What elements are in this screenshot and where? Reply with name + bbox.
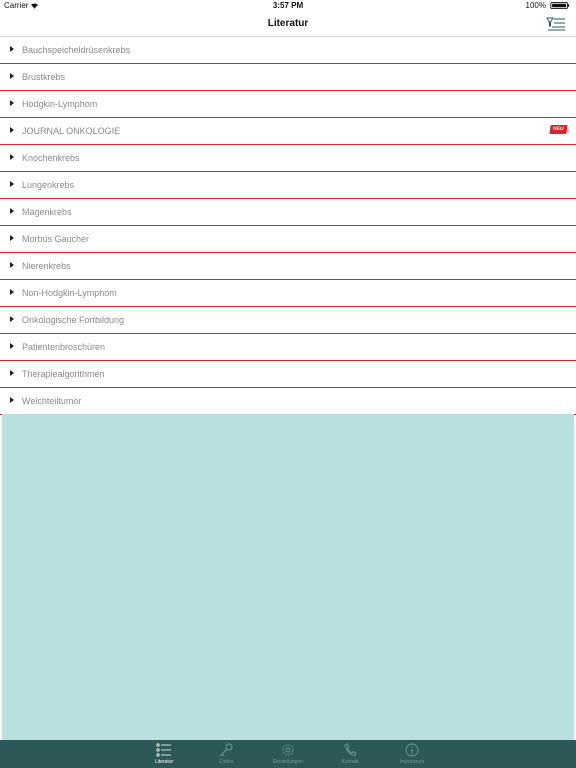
list-item[interactable]: Patientenbroschüren (0, 334, 576, 361)
phone-icon (344, 743, 357, 756)
list-item[interactable]: JOURNAL ONKOLOGIE NEU (0, 118, 576, 145)
literature-list: Bauchspeicheldrüsenkrebs Brustkrebs Hodg… (0, 37, 576, 415)
list-item[interactable]: Hodgkin-Lymphom (0, 91, 576, 118)
disclosure-arrow-icon (10, 343, 14, 349)
list-item[interactable]: Therapiealgorithmen (0, 361, 576, 388)
list-item-label: Patientenbroschüren (22, 342, 106, 352)
tab-label: Einstellungen (272, 759, 304, 765)
list-item[interactable]: Morbus Gaucher (0, 226, 576, 253)
list-item[interactable]: Magenkrebs (0, 199, 576, 226)
list-item-label: Knochenkrebs (22, 153, 80, 163)
tab-label: Codes (218, 759, 234, 765)
list-item[interactable]: Nierenkrebs (0, 253, 576, 280)
battery-percentage: 100% (525, 1, 546, 10)
key-icon (219, 743, 233, 757)
page-title: Literatur (267, 18, 309, 29)
tab-codes[interactable]: Codes (195, 740, 257, 768)
list-item-label: JOURNAL ONKOLOGIE (22, 126, 121, 136)
list-item[interactable]: Brustkrebs (0, 64, 576, 91)
list-item-label: Morbus Gaucher (22, 234, 90, 244)
disclosure-arrow-icon (10, 289, 14, 295)
battery-icon (550, 2, 570, 9)
list-item-label: Non-Hodgkin-Lymphom (22, 288, 117, 298)
clock: 3:57 PM (272, 1, 304, 10)
tab-label: Literatur (154, 759, 174, 765)
list-icon (156, 743, 171, 757)
list-item-label: Nierenkrebs (22, 261, 71, 271)
list-item-label: Hodgkin-Lymphom (22, 99, 98, 109)
disclosure-arrow-icon (10, 46, 14, 52)
disclosure-arrow-icon (10, 316, 14, 322)
list-item-label: Brustkrebs (22, 72, 66, 82)
tab-bar: Literatur Codes Einstellungen Kontakt Im… (0, 740, 576, 768)
tab-literatur[interactable]: Literatur (133, 740, 195, 768)
list-item[interactable]: Onkologische Fortbildung (0, 307, 576, 334)
list-item[interactable]: Weichteiltumor (0, 388, 576, 415)
disclosure-arrow-icon (10, 127, 14, 133)
detail-content-area (2, 414, 574, 740)
navigation-bar: Literatur (0, 12, 576, 37)
tab-einstellungen[interactable]: Einstellungen (257, 740, 319, 768)
disclosure-arrow-icon (10, 181, 14, 187)
disclosure-arrow-icon (10, 235, 14, 241)
list-item[interactable]: Bauchspeicheldrüsenkrebs (0, 37, 576, 64)
disclosure-arrow-icon (10, 262, 14, 268)
list-item-label: Weichteiltumor (22, 396, 82, 406)
disclosure-arrow-icon (10, 397, 14, 403)
gear-icon (282, 744, 294, 756)
filter-list-icon[interactable] (546, 16, 566, 32)
disclosure-arrow-icon (10, 208, 14, 214)
new-badge: NEU (549, 125, 568, 134)
tab-label: Impressum (399, 759, 425, 765)
disclosure-arrow-icon (10, 100, 14, 106)
info-icon (405, 743, 419, 757)
disclosure-arrow-icon (10, 154, 14, 160)
list-item-label: Onkologische Fortbildung (22, 315, 125, 325)
list-item[interactable]: Knochenkrebs (0, 145, 576, 172)
list-item-label: Lungenkrebs (22, 180, 75, 190)
tab-label: Kontakt (341, 759, 359, 765)
list-item-label: Therapiealgorithmen (22, 369, 105, 379)
list-item[interactable]: Lungenkrebs (0, 172, 576, 199)
list-item-label: Bauchspeicheldrüsenkrebs (22, 45, 131, 55)
list-item-label: Magenkrebs (22, 207, 72, 217)
status-bar: Carrier 3:57 PM 100% (0, 0, 576, 12)
disclosure-arrow-icon (10, 370, 14, 376)
disclosure-arrow-icon (10, 73, 14, 79)
tab-kontakt[interactable]: Kontakt (319, 740, 381, 768)
list-item[interactable]: Non-Hodgkin-Lymphom (0, 280, 576, 307)
tab-impressum[interactable]: Impressum (381, 740, 443, 768)
